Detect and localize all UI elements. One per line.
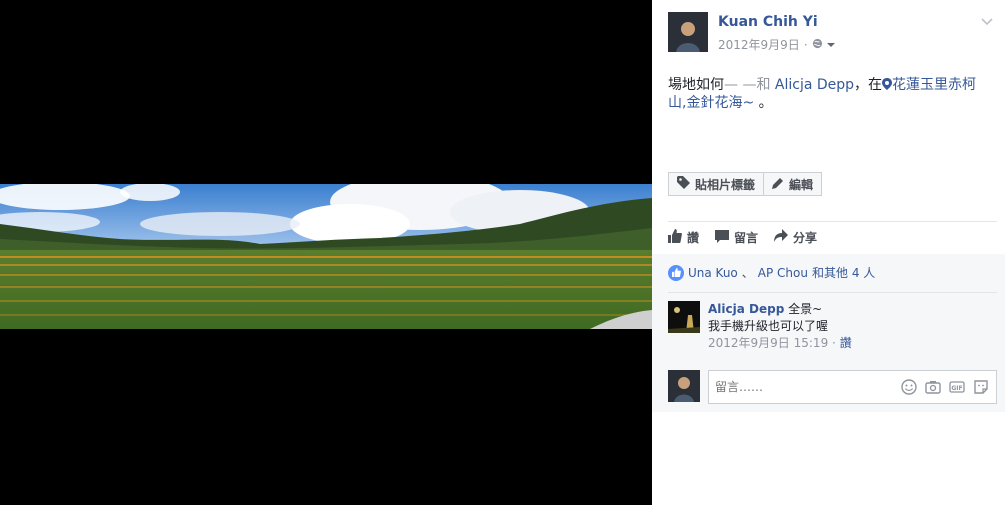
post-text-prefix: 場地如何 bbox=[668, 77, 724, 93]
post-text-dash: — —和 bbox=[724, 77, 775, 93]
post-date[interactable]: 2012年9月9日 bbox=[718, 36, 800, 53]
panorama-image bbox=[0, 184, 652, 329]
reply-box: GIF bbox=[668, 370, 997, 404]
tag-photo-button[interactable]: 貼相片標籤 bbox=[668, 172, 765, 196]
comment-meta-separator: · bbox=[832, 336, 836, 350]
photo-stage bbox=[0, 0, 652, 505]
photo-actions: 貼相片標籤 編輯 bbox=[668, 172, 823, 196]
likes-summary: Una Kuo 、 AP Chou 和其他 4 人 bbox=[668, 264, 875, 281]
author-name[interactable]: Kuan Chih Yi bbox=[718, 14, 818, 30]
camera-icon[interactable] bbox=[925, 379, 941, 395]
edit-label: 編輯 bbox=[789, 177, 814, 192]
viewer-avatar-image bbox=[668, 370, 700, 402]
emoji-icon[interactable] bbox=[901, 379, 917, 395]
post-header: Kuan Chih Yi 2012年9月9日 · bbox=[668, 12, 993, 54]
share-button[interactable]: 分享 bbox=[774, 229, 817, 246]
like-badge-icon bbox=[668, 264, 684, 281]
tag-icon bbox=[677, 176, 690, 192]
location-pin-icon bbox=[882, 77, 893, 93]
tag-photo-label: 貼相片標籤 bbox=[695, 177, 756, 192]
reply-tools: GIF bbox=[901, 379, 989, 395]
comment-label: 留言 bbox=[734, 231, 759, 245]
sticker-icon[interactable] bbox=[973, 379, 989, 395]
likes-others[interactable]: 和其他 4 人 bbox=[812, 264, 875, 281]
tagged-person-link[interactable]: Alicja Depp bbox=[775, 77, 854, 93]
comment-icon bbox=[715, 229, 730, 246]
chevron-down-icon[interactable] bbox=[981, 14, 993, 30]
meta-separator: · bbox=[803, 37, 808, 52]
commenter-avatar[interactable] bbox=[668, 301, 700, 333]
likes-separator: 、 bbox=[741, 266, 754, 280]
like-label: 讚 bbox=[687, 231, 700, 245]
share-icon bbox=[774, 229, 789, 246]
comment-body: Alicja Depp 全景~ 我手機升級也可以了喔 2012年9月9日 15:… bbox=[708, 301, 852, 352]
commenter-avatar-image bbox=[668, 301, 700, 333]
post-meta: 2012年9月9日 · bbox=[718, 36, 835, 53]
pencil-icon bbox=[772, 177, 784, 192]
thumbs-up-icon bbox=[668, 229, 682, 246]
viewer-avatar bbox=[668, 370, 700, 402]
gif-icon[interactable]: GIF bbox=[949, 379, 965, 395]
like-button[interactable]: 讚 bbox=[668, 229, 699, 246]
comment-button[interactable]: 留言 bbox=[715, 229, 758, 246]
post-text-at: ，在 bbox=[854, 77, 883, 93]
divider bbox=[668, 292, 997, 293]
globe-icon[interactable] bbox=[812, 38, 823, 52]
svg-text:GIF: GIF bbox=[951, 385, 962, 392]
post-panel: Kuan Chih Yi 2012年9月9日 · 場地如何— —和 Alicja… bbox=[652, 0, 1005, 505]
post-actions: 讚 留言 分享 bbox=[668, 229, 817, 246]
share-label: 分享 bbox=[793, 231, 818, 245]
author-avatar[interactable] bbox=[668, 12, 708, 52]
post-text: 場地如何— —和 Alicja Depp，在 花蓮玉里赤柯山,金針花海~ 。 bbox=[668, 76, 993, 112]
comment-line-1: 全景~ bbox=[788, 302, 823, 316]
edit-button[interactable]: 編輯 bbox=[764, 172, 823, 196]
post-text-suffix: 。 bbox=[754, 95, 773, 111]
liker-name-2[interactable]: AP Chou bbox=[758, 266, 808, 280]
comment-timestamp[interactable]: 2012年9月9日 15:19 bbox=[708, 336, 828, 350]
commenter-name[interactable]: Alicja Depp bbox=[708, 302, 784, 316]
comment-like-link[interactable]: 讚 bbox=[840, 336, 852, 350]
avatar-image bbox=[668, 12, 708, 52]
liker-name-1[interactable]: Una Kuo bbox=[688, 266, 738, 280]
comment-line-2: 我手機升級也可以了喔 bbox=[708, 319, 829, 333]
audience-chevron-icon[interactable] bbox=[826, 38, 835, 52]
divider bbox=[668, 221, 997, 222]
panorama-photo[interactable] bbox=[0, 184, 652, 329]
